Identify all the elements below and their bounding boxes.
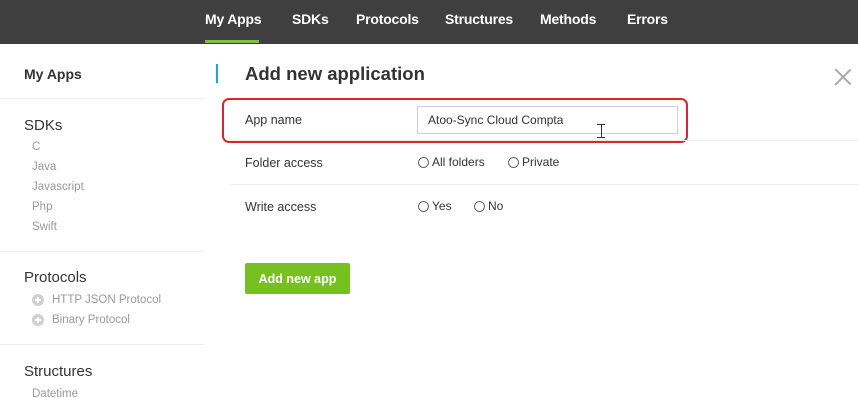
sidebar-heading-structures[interactable]: Structures: [24, 363, 92, 380]
nav-active-indicator: [205, 40, 259, 43]
sidebar-item-binary-protocol[interactable]: Binary Protocol: [32, 314, 130, 326]
folder-access-label: Folder access: [245, 156, 323, 170]
sidebar-item-my-apps[interactable]: My Apps: [24, 66, 82, 82]
nav-sdks[interactable]: SDKs: [292, 11, 329, 27]
sidebar-heading-sdks[interactable]: SDKs: [24, 117, 62, 134]
radio-circle-icon: [508, 156, 519, 168]
write-access-label: Write access: [245, 200, 317, 214]
plus-circle-icon: [32, 294, 44, 306]
sidebar-item-label: HTTP JSON Protocol: [52, 294, 162, 306]
nav-protocols[interactable]: Protocols: [356, 11, 419, 27]
radio-all-folders[interactable]: All folders: [418, 155, 485, 169]
radio-circle-icon: [474, 200, 485, 212]
sidebar-divider: [0, 344, 204, 345]
radio-label: Yes: [432, 199, 452, 213]
sidebar-item-http-json-protocol[interactable]: HTTP JSON Protocol: [32, 294, 161, 306]
add-new-app-button[interactable]: Add new app: [245, 263, 350, 294]
radio-circle-icon: [418, 200, 429, 212]
nav-methods[interactable]: Methods: [540, 11, 596, 27]
row-divider: [230, 184, 858, 185]
radio-label: No: [488, 199, 504, 213]
nav-structures[interactable]: Structures: [445, 11, 513, 27]
row-divider: [230, 140, 858, 141]
sidebar-divider: [0, 98, 204, 99]
radio-label: Private: [522, 155, 560, 169]
sidebar-item-swift[interactable]: Swift: [32, 221, 57, 233]
radio-circle-icon: [418, 156, 429, 168]
sidebar-item-php[interactable]: Php: [32, 201, 52, 213]
title-accent-bar: [216, 64, 218, 83]
sidebar-item-java[interactable]: Java: [32, 161, 56, 173]
page-title: Add new application: [245, 63, 425, 84]
sidebar-item-javascript[interactable]: Javascript: [32, 181, 84, 193]
radio-yes[interactable]: Yes: [418, 199, 452, 213]
plus-circle-icon: [32, 314, 44, 326]
sidebar-divider: [0, 251, 204, 252]
nav-errors[interactable]: Errors: [627, 11, 668, 27]
radio-no[interactable]: No: [474, 199, 503, 213]
sidebar-item-label: Binary Protocol: [52, 314, 130, 326]
sidebar-item-datetime[interactable]: Datetime: [32, 388, 78, 398]
radio-label: All folders: [432, 155, 485, 169]
sidebar-heading-protocols[interactable]: Protocols: [24, 269, 87, 286]
sidebar-item-c[interactable]: C: [32, 141, 40, 153]
highlight-box: [222, 98, 688, 143]
close-icon[interactable]: [834, 68, 852, 86]
nav-my-apps[interactable]: My Apps: [205, 11, 262, 27]
radio-private[interactable]: Private: [508, 155, 559, 169]
sidebar: My Apps SDKs C Java Javascript Php Swift…: [0, 44, 218, 398]
top-nav: My Apps SDKs Protocols Structures Method…: [0, 0, 858, 44]
